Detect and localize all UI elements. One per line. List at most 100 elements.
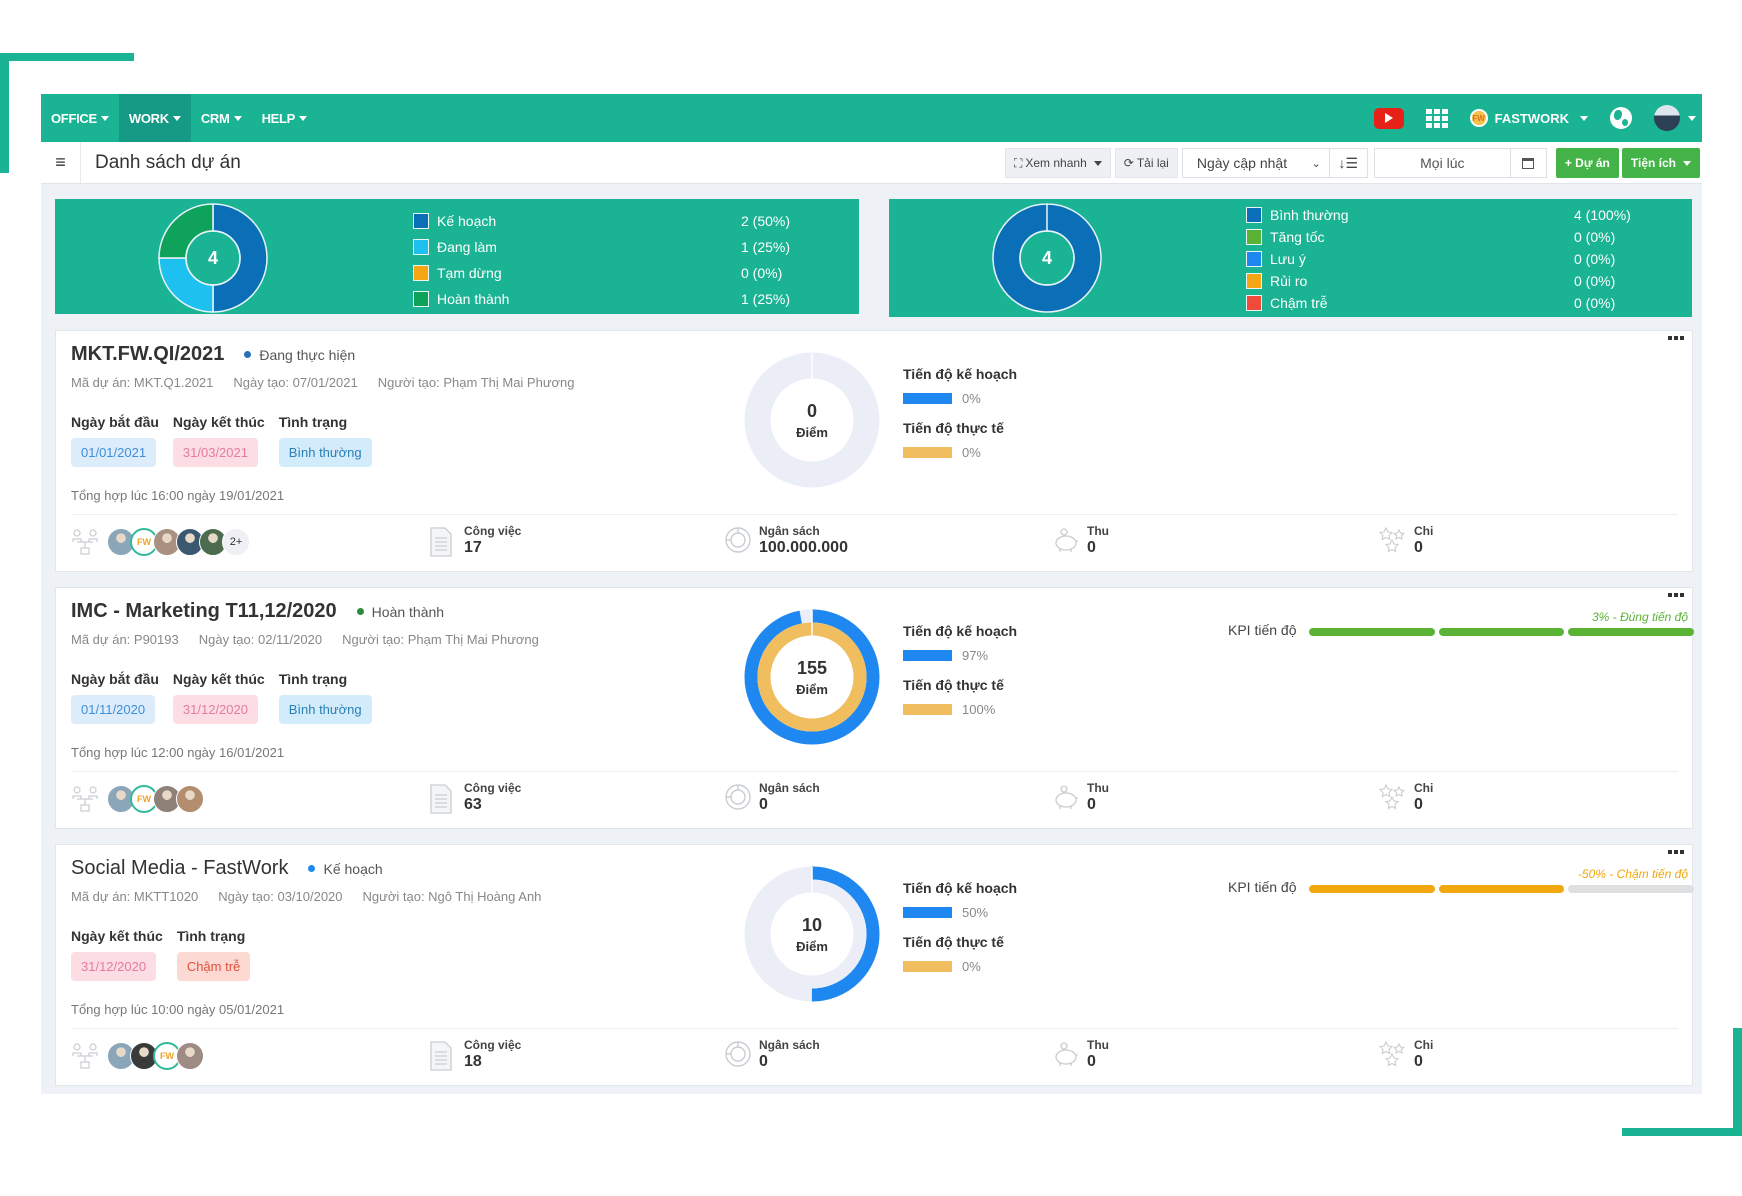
stat-label: Công việc	[464, 524, 522, 538]
income-stat[interactable]: Thu 0	[1052, 1038, 1109, 1072]
legend-label: Lưu ý	[1270, 251, 1306, 267]
legend-item[interactable]: Bình thường 4 (100%)	[1246, 204, 1636, 226]
nav-menu-work[interactable]: WORK	[118, 94, 191, 142]
legend-label: Rủi ro	[1270, 273, 1308, 289]
legend-item[interactable]: Hoàn thành 1 (25%)	[413, 286, 803, 312]
calendar-button[interactable]	[1510, 148, 1547, 178]
project-meta: Mã dự án: MKTT1020 Ngày tạo: 03/10/2020 …	[71, 889, 541, 904]
budget-icon	[724, 1040, 751, 1072]
score-value: 10	[801, 914, 823, 935]
expense-stat[interactable]: Chi 0	[1378, 781, 1433, 815]
page-title: Danh sách dự án	[95, 151, 241, 173]
member-avatar[interactable]	[176, 1042, 204, 1070]
budget-stat[interactable]: Ngân sách 0	[724, 1038, 820, 1072]
actual-progress-bar	[903, 961, 952, 972]
sort-field-select[interactable]: Ngày cập nhật ⌄	[1181, 148, 1330, 178]
date-range-input[interactable]	[1373, 148, 1511, 178]
plan-progress-bar	[903, 650, 952, 661]
project-name[interactable]: Social Media - FastWork	[71, 857, 288, 880]
caret-down-icon	[233, 115, 242, 121]
quick-view-button[interactable]: ⛶ Xem nhanh	[1004, 148, 1111, 178]
caret-down-icon	[172, 115, 181, 121]
stat-value: 18	[464, 1053, 482, 1070]
state-dot	[244, 351, 252, 358]
project-card[interactable]: IMC - Marketing T11,12/2020 Hoàn thành M…	[55, 587, 1695, 829]
income-stat[interactable]: Thu 0	[1052, 524, 1109, 558]
tasks-stat[interactable]: Công việc 63	[429, 781, 521, 815]
caret-down-icon	[1580, 115, 1588, 121]
budget-stat[interactable]: Ngân sách 100.000.000	[724, 524, 848, 558]
expense-stat[interactable]: Chi 0	[1378, 1038, 1433, 1072]
legend-item[interactable]: Tạm dừng 0 (0%)	[413, 260, 803, 286]
more-options-icon[interactable]	[1668, 593, 1684, 597]
hamburger-menu-icon[interactable]: ≡	[41, 142, 81, 183]
user-avatar	[1654, 105, 1680, 131]
project-fields: Ngày bắt đầu 01/01/2021 Ngày kết thúc 31/03…	[71, 414, 372, 467]
nav-menu-help[interactable]: HELP	[252, 94, 317, 142]
stat-label: Thu	[1087, 1038, 1109, 1052]
team-icon	[71, 1042, 99, 1070]
project-header: MKT.FW.QI/2021 Đang thực hiện	[71, 343, 355, 366]
more-members-badge[interactable]: 2+	[222, 528, 250, 556]
app-window: OFFICE WORK CRM HELP FW FASTWORK ≡ Danh …	[41, 94, 1702, 1094]
legend-item[interactable]: Chậm trễ 0 (0%)	[1246, 292, 1636, 314]
legend-item[interactable]: Tăng tốc 0 (0%)	[1246, 226, 1636, 248]
legend-item[interactable]: Đang làm 1 (25%)	[413, 234, 803, 260]
more-options-icon[interactable]	[1668, 850, 1684, 854]
nav-menu-label: CRM	[200, 110, 230, 126]
reload-button[interactable]: ⟳ Tải lại	[1114, 148, 1178, 178]
user-menu[interactable]	[1654, 105, 1696, 131]
decor-bracket	[0, 53, 9, 173]
field-label: Ngày bắt đầu	[71, 414, 159, 430]
nav-menu-crm[interactable]: CRM	[191, 94, 252, 142]
sort-direction-icon[interactable]: ↓☰	[1329, 148, 1368, 178]
more-options-icon[interactable]	[1668, 336, 1684, 340]
utilities-button[interactable]: Tiện ích	[1621, 148, 1700, 178]
member-avatar[interactable]	[176, 785, 204, 813]
stat-label: Ngân sách	[759, 1038, 820, 1052]
plan-progress-label: Tiến độ kế hoạch	[903, 880, 1018, 896]
kpi-segment	[1309, 628, 1435, 636]
team-icon	[71, 785, 99, 813]
apps-grid-icon[interactable]	[1425, 108, 1448, 128]
legend-label: Kế hoạch	[437, 213, 497, 229]
card-divider	[71, 1028, 1678, 1029]
workspace-switcher[interactable]: FW FASTWORK	[1469, 109, 1588, 127]
piggy-bank-icon	[1052, 783, 1078, 815]
button-label: Tiện ích	[1630, 156, 1676, 170]
caret-down-icon	[299, 115, 308, 121]
condition-badge: Chậm trễ	[176, 952, 251, 981]
add-project-button[interactable]: + Dự án	[1555, 148, 1619, 178]
project-card[interactable]: Social Media - FastWork Kế hoạch Mã dự á…	[55, 844, 1695, 1086]
stat-label: Thu	[1087, 781, 1109, 795]
project-name[interactable]: MKT.FW.QI/2021	[71, 343, 224, 366]
legend-swatch	[413, 213, 429, 229]
nav-menu-office[interactable]: OFFICE	[41, 94, 119, 142]
legend-value: 1 (25%)	[741, 291, 791, 307]
kpi-bar	[1309, 628, 1695, 636]
legend-value: 0 (0%)	[741, 265, 783, 281]
globe-icon[interactable]	[1610, 107, 1632, 129]
legend-item[interactable]: Lưu ý 0 (0%)	[1246, 248, 1636, 270]
button-label: Tải lại	[1136, 156, 1169, 170]
budget-stat[interactable]: Ngân sách 0	[724, 781, 820, 815]
tasks-stat[interactable]: Công việc 17	[429, 524, 521, 558]
legend-item[interactable]: Rủi ro 0 (0%)	[1246, 270, 1636, 292]
decor-bracket	[1622, 1128, 1742, 1136]
stat-value: 17	[464, 539, 482, 556]
score-label: Điểm	[796, 424, 828, 440]
condition-badge: Bình thường	[278, 438, 372, 467]
project-header: Social Media - FastWork Kế hoạch	[71, 857, 383, 880]
income-stat[interactable]: Thu 0	[1052, 781, 1109, 815]
nav-menu-label: HELP	[261, 110, 296, 126]
project-card[interactable]: MKT.FW.QI/2021 Đang thực hiện Mã dự án: …	[55, 330, 1693, 572]
project-code: Mã dự án: MKTT1020	[71, 889, 199, 904]
project-state: Kế hoạch	[308, 861, 383, 877]
legend-item[interactable]: Kế hoạch 2 (50%)	[413, 208, 803, 234]
expense-stat[interactable]: Chi 0	[1378, 524, 1433, 558]
kpi-status-text: -50% - Chậm tiến độ	[1577, 867, 1688, 881]
tasks-stat[interactable]: Công việc 18	[429, 1038, 521, 1072]
youtube-icon[interactable]	[1373, 107, 1404, 129]
project-name[interactable]: IMC - Marketing T11,12/2020	[71, 600, 337, 623]
end-date-field: Ngày kết thúc 31/12/2020	[172, 671, 265, 724]
